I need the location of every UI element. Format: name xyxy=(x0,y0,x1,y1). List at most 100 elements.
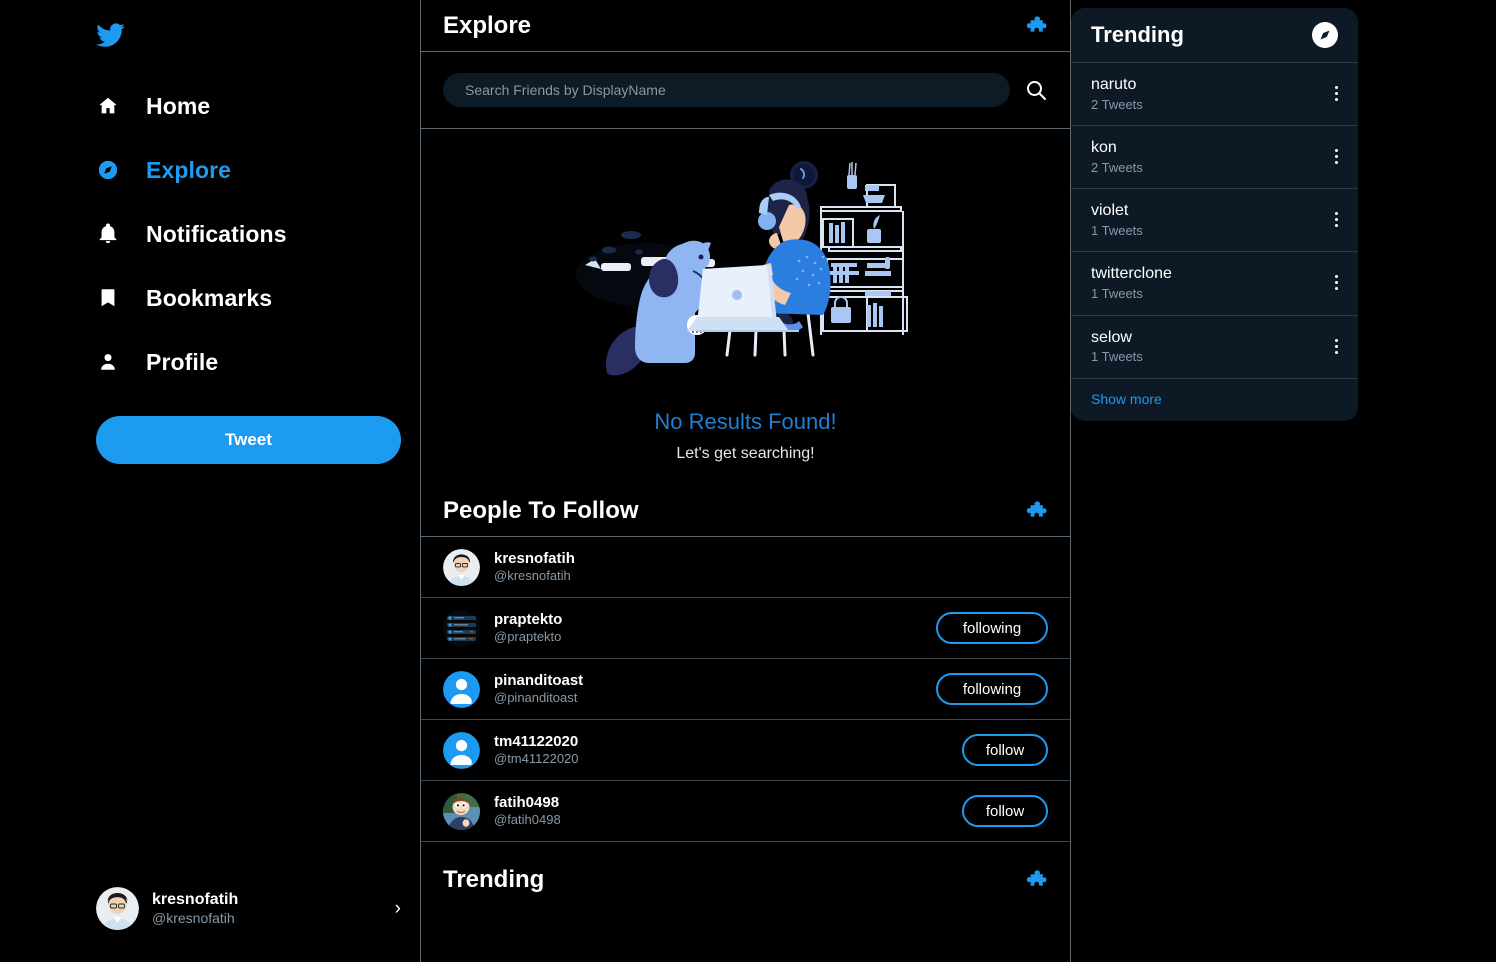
sidebar-account-switcher[interactable]: kresnofatih @kresnofatih › xyxy=(96,887,401,930)
trending-item[interactable]: violet 1 Tweets xyxy=(1071,189,1358,253)
list-item[interactable]: pinanditoast @pinanditoast following xyxy=(421,659,1070,720)
avatar xyxy=(443,792,480,830)
empty-state-title: No Results Found! xyxy=(654,409,837,434)
show-more-link[interactable]: Show more xyxy=(1071,379,1358,421)
sidebar: Home Explore Notifications Bookmarks Pro… xyxy=(0,0,420,962)
list-item[interactable]: praptekto @praptekto following xyxy=(421,598,1070,659)
list-item[interactable]: tm41122020 @tm41122020 follow xyxy=(421,720,1070,781)
avatar xyxy=(443,731,480,769)
puzzle-piece-icon[interactable] xyxy=(1024,499,1048,523)
avatar xyxy=(443,609,480,647)
trending-item-text: twitterclone 1 Tweets xyxy=(1091,263,1172,302)
search-bar xyxy=(421,52,1070,129)
follow-button[interactable]: follow xyxy=(962,734,1048,766)
trending-count: 1 Tweets xyxy=(1091,222,1143,238)
list-item[interactable]: fatih0498 @fatih0498 follow xyxy=(421,781,1070,842)
home-icon xyxy=(96,94,120,118)
puzzle-piece-icon[interactable] xyxy=(1024,14,1048,38)
trending-card-title: Trending xyxy=(1091,22,1184,47)
trending-item[interactable]: twitterclone 1 Tweets xyxy=(1071,252,1358,316)
account-info: kresnofatih @kresnofatih xyxy=(152,890,238,928)
user-name: tm41122020 xyxy=(494,732,579,750)
app-root: Home Explore Notifications Bookmarks Pro… xyxy=(0,0,1496,962)
user-handle: @pinanditoast xyxy=(494,690,578,706)
trending-count: 2 Tweets xyxy=(1091,96,1143,112)
trending-topic: selow xyxy=(1091,328,1132,346)
trending-topic: violet xyxy=(1091,202,1129,220)
trending-count: 2 Tweets xyxy=(1091,159,1143,175)
sidebar-item-profile[interactable]: Profile xyxy=(96,330,420,394)
avatar xyxy=(96,887,139,930)
search-input[interactable] xyxy=(443,73,1010,107)
sidebar-item-home[interactable]: Home xyxy=(96,74,420,138)
more-options-icon[interactable] xyxy=(1335,146,1338,167)
sidebar-item-notifications[interactable]: Notifications xyxy=(96,202,420,266)
trending-section-header: Trending xyxy=(421,852,1070,908)
people-to-follow-header: People To Follow xyxy=(421,485,1070,537)
trending-topic: naruto xyxy=(1091,76,1137,93)
trending-item[interactable]: naruto 2 Tweets xyxy=(1071,63,1358,127)
trending-section-title: Trending xyxy=(443,866,545,893)
sidebar-item-label-bookmarks: Bookmarks xyxy=(146,284,273,311)
trending-topic: twitterclone xyxy=(1091,265,1172,283)
more-options-icon[interactable] xyxy=(1335,83,1338,104)
following-button[interactable]: following xyxy=(936,612,1048,644)
user-name: kresnofatih xyxy=(494,549,575,567)
sidebar-item-label-profile: Profile xyxy=(146,348,219,375)
page-title: Explore xyxy=(443,11,532,39)
trending-item-text: violet 1 Tweets xyxy=(1091,200,1143,239)
logo-row xyxy=(96,10,420,60)
follow-button[interactable]: follow xyxy=(962,795,1048,827)
account-handle: @kresnofatih xyxy=(152,909,235,926)
trending-item-text: kon 2 Tweets xyxy=(1091,137,1143,176)
account-name: kresnofatih xyxy=(152,890,239,908)
user-info: tm41122020 @tm41122020 xyxy=(494,733,579,768)
trending-item[interactable]: selow 1 Tweets xyxy=(1071,316,1358,379)
trending-card: Trending naruto 2 Tweets kon 2 Tweets vi… xyxy=(1071,8,1358,421)
people-to-follow-title: People To Follow xyxy=(443,496,639,524)
more-options-icon[interactable] xyxy=(1335,272,1338,293)
twitter-bird-icon[interactable] xyxy=(96,20,126,50)
user-info: kresnofatih @kresnofatih xyxy=(494,550,575,585)
trending-card-header: Trending xyxy=(1071,8,1358,63)
user-handle: @fatih0498 xyxy=(494,812,561,828)
main-column: Explore Search Friends by DisplayName No… xyxy=(420,0,1071,962)
chevron-right-icon[interactable]: › xyxy=(395,899,401,918)
user-name: pinanditoast xyxy=(494,671,584,689)
tweet-button[interactable]: Tweet xyxy=(96,416,401,464)
sidebar-item-label-home: Home xyxy=(146,92,211,119)
user-info: pinanditoast @pinanditoast xyxy=(494,672,583,707)
sidebar-item-bookmarks[interactable]: Bookmarks xyxy=(96,266,420,330)
more-options-icon[interactable] xyxy=(1335,336,1338,357)
search-icon[interactable] xyxy=(1024,78,1048,102)
right-sidebar: Trending naruto 2 Tweets kon 2 Tweets vi… xyxy=(1071,0,1495,962)
sidebar-item-explore[interactable]: Explore xyxy=(96,138,420,202)
sidebar-item-label-notifications: Notifications xyxy=(146,220,287,247)
trending-topic: kon xyxy=(1091,139,1117,157)
sidebar-nav: Home Explore Notifications Bookmarks Pro… xyxy=(96,74,420,394)
trending-item[interactable]: kon 2 Tweets xyxy=(1071,126,1358,190)
user-handle: @tm41122020 xyxy=(494,751,579,767)
trending-count: 1 Tweets xyxy=(1091,349,1143,365)
user-handle: @praptekto xyxy=(494,629,562,645)
compass-icon[interactable] xyxy=(1312,22,1338,48)
compass-icon xyxy=(96,158,120,182)
person-with-laptop-and-dog-illustration xyxy=(571,145,921,395)
following-button[interactable]: following xyxy=(936,673,1048,705)
trending-item-text: naruto 2 Tweets xyxy=(1091,74,1143,113)
explore-header: Explore xyxy=(421,0,1070,52)
user-handle: @kresnofatih xyxy=(494,568,571,584)
more-options-icon[interactable] xyxy=(1335,209,1338,230)
person-icon xyxy=(96,350,120,374)
user-info: fatih0498 @fatih0498 xyxy=(494,794,561,829)
empty-search-results: No Results Found! Let's get searching! xyxy=(421,129,1070,485)
puzzle-piece-icon[interactable] xyxy=(1024,868,1048,892)
user-name: fatih0498 xyxy=(494,793,560,811)
user-name: praptekto xyxy=(494,610,563,628)
user-info: praptekto @praptekto xyxy=(494,611,562,646)
trending-item-text: selow 1 Tweets xyxy=(1091,327,1143,366)
trending-count: 1 Tweets xyxy=(1091,286,1143,302)
bookmark-icon xyxy=(96,286,120,310)
list-item[interactable]: kresnofatih @kresnofatih xyxy=(421,537,1070,598)
empty-state-subtitle: Let's get searching! xyxy=(676,445,815,462)
